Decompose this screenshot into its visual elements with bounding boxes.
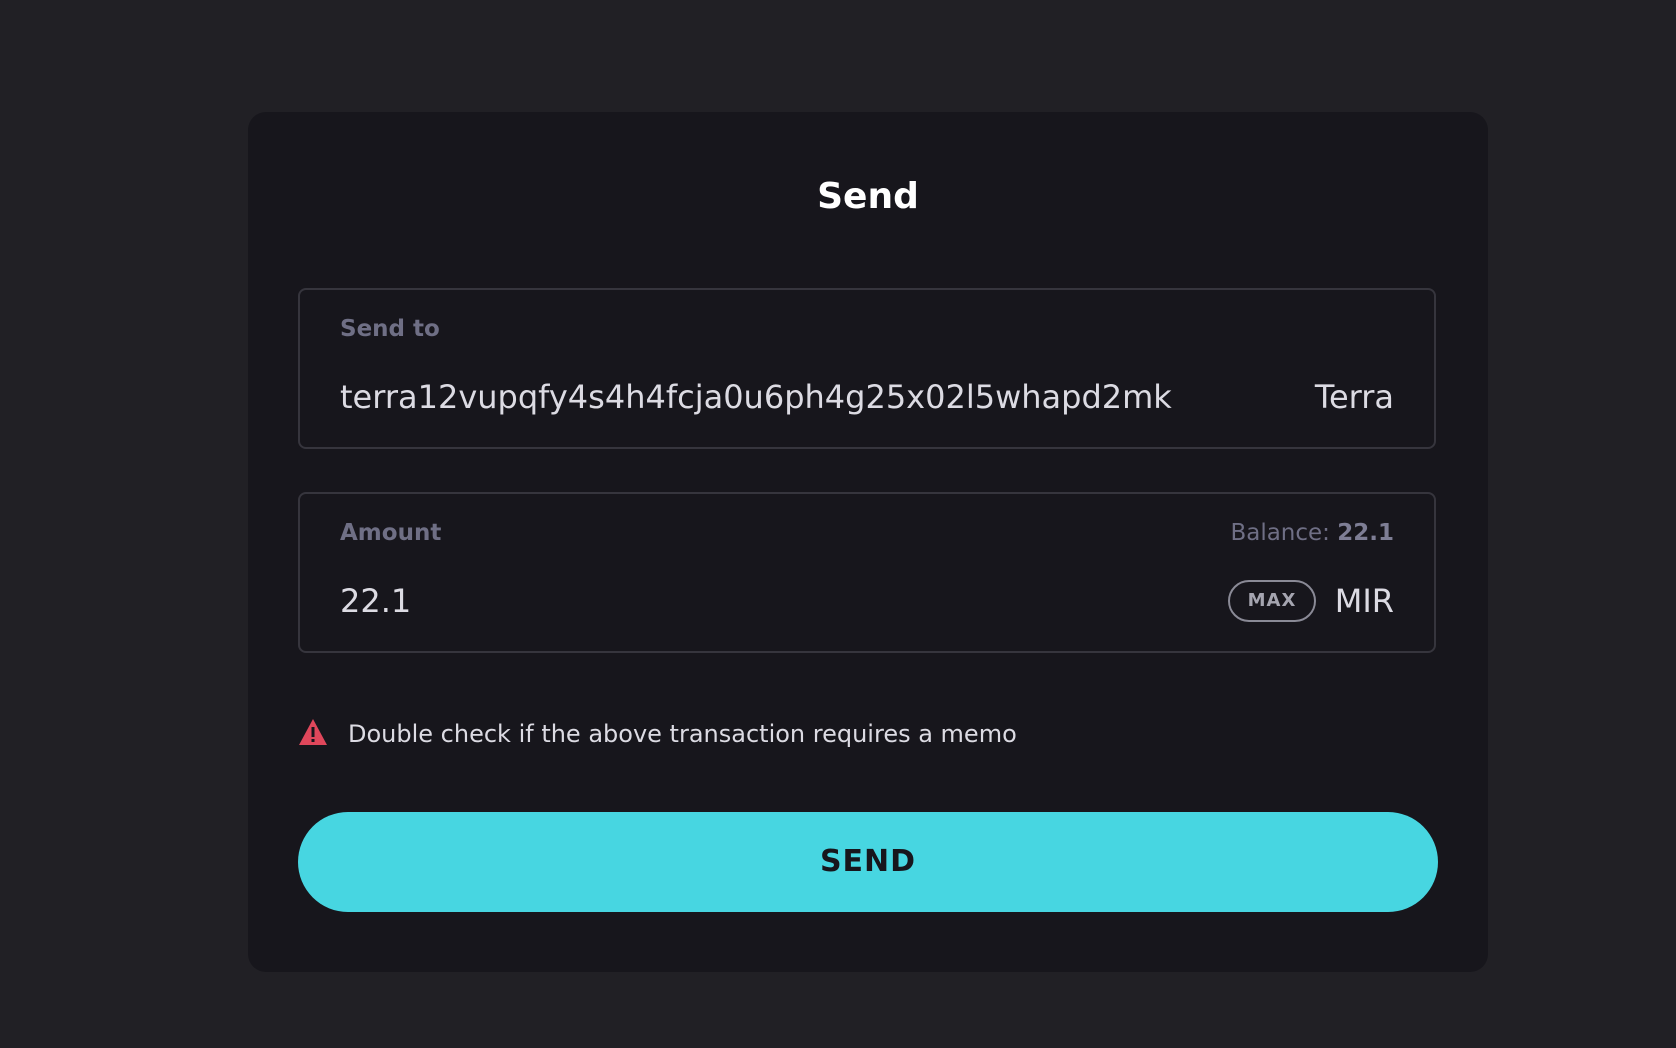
send-to-field[interactable]: Send to terra12vupqfy4s4h4fcja0u6ph4g25x… bbox=[298, 288, 1436, 449]
recipient-address-input[interactable]: terra12vupqfy4s4h4fcja0u6ph4g25x02l5whap… bbox=[340, 378, 1172, 416]
balance-label: Balance: bbox=[1230, 520, 1330, 546]
amount-field[interactable]: Amount Balance: 22.1 22.1 MAX MIR bbox=[298, 492, 1436, 653]
page-title: Send bbox=[817, 176, 919, 217]
send-button[interactable]: SEND bbox=[298, 812, 1438, 912]
warning-text: Double check if the above transaction re… bbox=[348, 720, 1017, 748]
memo-warning: Double check if the above transaction re… bbox=[298, 716, 1017, 752]
max-button[interactable]: MAX bbox=[1228, 580, 1316, 622]
send-to-label: Send to bbox=[340, 316, 440, 342]
amount-label: Amount bbox=[340, 520, 442, 546]
balance-value: 22.1 bbox=[1337, 520, 1394, 546]
warning-triangle-icon bbox=[298, 718, 328, 750]
amount-input[interactable]: 22.1 bbox=[340, 582, 411, 620]
network-label: Terra bbox=[1314, 378, 1394, 416]
send-card: Send Send to terra12vupqfy4s4h4fcja0u6ph… bbox=[248, 112, 1488, 972]
token-label: MIR bbox=[1334, 582, 1394, 620]
balance-display: Balance: 22.1 bbox=[1230, 520, 1394, 546]
